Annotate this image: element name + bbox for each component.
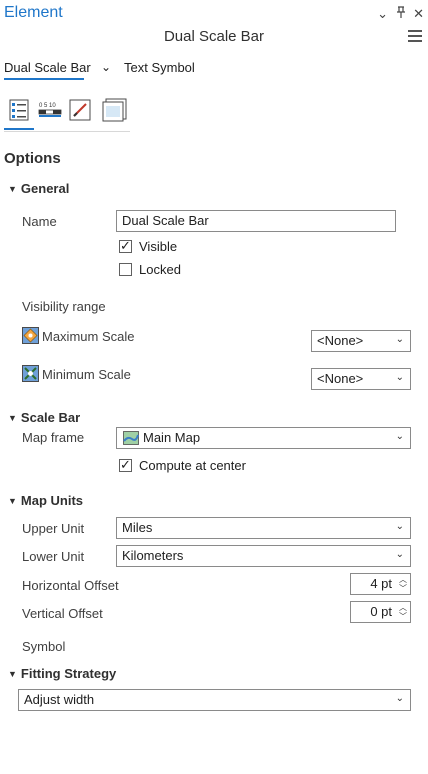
- upper-unit-label: Upper Unit: [22, 521, 85, 536]
- lower-unit-dropdown[interactable]: Kilometers ⌄: [116, 545, 411, 567]
- fitting-strategy-dropdown[interactable]: Adjust width ⌄: [18, 689, 411, 711]
- spin-arrows-icon[interactable]: ︿ ﹀: [399, 603, 407, 621]
- compute-at-center-checkbox[interactable]: [119, 457, 132, 473]
- visibility-range-label: Visibility range: [22, 299, 106, 314]
- general-section-header[interactable]: ▼ General: [8, 181, 69, 196]
- spin-arrows-icon[interactable]: ︿ ﹀: [399, 575, 407, 593]
- visible-label: Visible: [139, 239, 178, 254]
- maximum-scale-label: Maximum Scale: [42, 329, 135, 344]
- chevron-down-icon: ▼: [8, 184, 17, 194]
- chevron-down-icon: ⌄: [395, 549, 404, 560]
- horizontal-offset-stepper[interactable]: 4 pt ︿ ﹀: [350, 573, 411, 595]
- map-units-section-header[interactable]: ▼ Map Units: [8, 493, 83, 508]
- scale-bar-section-header[interactable]: ▼ Scale Bar: [8, 410, 80, 425]
- chevron-down-icon[interactable]: ⌄: [101, 60, 111, 74]
- map-frame-label: Map frame: [22, 430, 85, 445]
- active-tab-indicator: [4, 78, 84, 80]
- dropdown-icon[interactable]: ⌄: [377, 6, 388, 22]
- scale-bar-tab-icon[interactable]: 0 5 10: [38, 98, 62, 122]
- compute-at-center-label: Compute at center: [139, 458, 246, 473]
- options-tab-icon[interactable]: [8, 98, 32, 122]
- pin-icon[interactable]: [396, 6, 406, 21]
- locked-label: Locked: [139, 262, 181, 277]
- tab-text-symbol[interactable]: Text Symbol: [124, 60, 195, 75]
- map-frame-dropdown[interactable]: Main Map ⌄: [116, 427, 411, 449]
- chevron-down-icon: ⌄: [395, 431, 404, 442]
- map-icon: [123, 431, 139, 448]
- vertical-offset-stepper[interactable]: 0 pt ︿ ﹀: [350, 601, 411, 623]
- maximum-scale-dropdown[interactable]: <None> ⌄: [311, 330, 411, 352]
- chevron-down-icon: ▼: [8, 496, 17, 506]
- symbol-label: Symbol: [22, 639, 66, 654]
- name-input[interactable]: Dual Scale Bar: [116, 210, 396, 232]
- close-icon[interactable]: ✕: [413, 6, 424, 22]
- chevron-down-icon: ⌄: [395, 693, 404, 704]
- tab-dual-scale-bar[interactable]: Dual Scale Bar: [4, 60, 91, 75]
- element-name-title: Dual Scale Bar: [163, 28, 265, 45]
- locked-checkbox[interactable]: [119, 263, 132, 276]
- tab-divider: [4, 131, 130, 132]
- symbol-tab-icon[interactable]: [68, 98, 92, 122]
- lower-unit-label: Lower Unit: [22, 549, 85, 564]
- upper-unit-dropdown[interactable]: Miles ⌄: [116, 517, 411, 539]
- horizontal-offset-label: Horizontal Offset: [22, 578, 119, 593]
- chevron-down-icon: ⌄: [395, 372, 404, 383]
- minimum-scale-label: Minimum Scale: [42, 367, 131, 382]
- svg-text:0 5 10: 0 5 10: [39, 103, 56, 109]
- visible-checkbox[interactable]: [119, 238, 132, 254]
- chevron-down-icon: ▼: [8, 669, 17, 679]
- minimum-scale-dropdown[interactable]: <None> ⌄: [311, 368, 411, 390]
- minimum-scale-icon: [22, 365, 39, 385]
- chevron-down-icon: ▼: [8, 413, 17, 423]
- options-heading: Options: [4, 150, 61, 167]
- display-tab-icon[interactable]: [102, 98, 127, 122]
- chevron-down-icon: ⌄: [395, 521, 404, 532]
- active-property-tab-indicator: [4, 128, 34, 130]
- maximum-scale-icon: [22, 327, 39, 347]
- menu-icon[interactable]: [408, 30, 422, 45]
- name-label: Name: [22, 214, 57, 229]
- vertical-offset-label: Vertical Offset: [22, 606, 103, 621]
- pane-title: Element: [4, 4, 63, 21]
- chevron-down-icon: ⌄: [395, 334, 404, 345]
- fitting-strategy-section-header[interactable]: ▼ Fitting Strategy: [8, 666, 116, 681]
